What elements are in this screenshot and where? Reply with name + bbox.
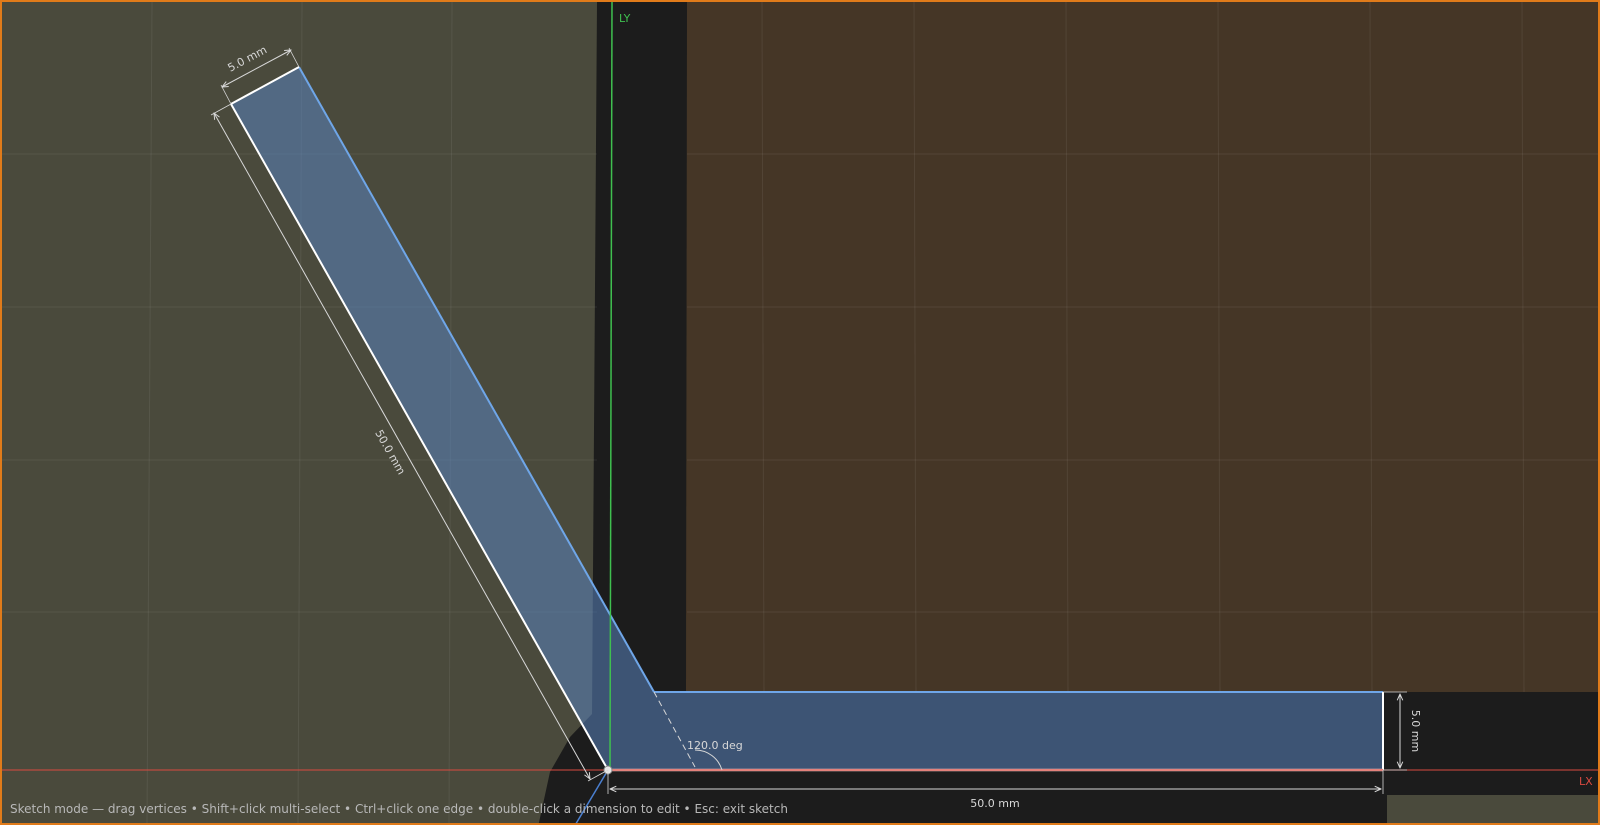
ground-plane-right-strip [1387,795,1598,823]
dim-base-height-label[interactable]: 5.0 mm [1409,710,1422,752]
dim-angle-label[interactable]: 120.0 deg [687,739,743,752]
x-axis-label: LX [1579,775,1593,788]
sketch-canvas[interactable]: 5.0 mm 50.0 mm 120.0 deg 50.0 mm 5.0 mm … [2,2,1600,825]
y-axis-label: LY [619,12,631,25]
status-bar-text: Sketch mode — drag vertices • Shift+clic… [10,802,788,816]
back-wall-plane[interactable] [686,2,1600,692]
sketch-viewport[interactable]: 5.0 mm 50.0 mm 120.0 deg 50.0 mm 5.0 mm … [0,0,1600,825]
dim-base-length-label[interactable]: 50.0 mm [970,797,1019,810]
